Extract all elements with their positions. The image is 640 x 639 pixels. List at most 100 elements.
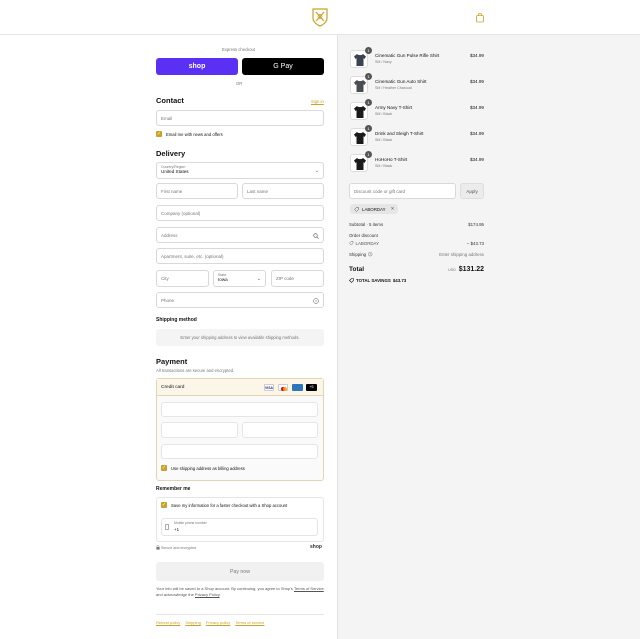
card-cvv-field[interactable] — [242, 422, 318, 438]
terms-of-service-link[interactable]: Terms of service — [235, 620, 264, 625]
google-pay-button[interactable]: G Pay — [242, 58, 324, 75]
legal-middle: and acknowledge the — [156, 592, 195, 598]
legal-suffix: . — [219, 592, 221, 598]
total-currency: USD — [448, 268, 456, 272]
shop-pay-button[interactable]: shop — [156, 58, 238, 75]
product-price: $34.99 — [469, 131, 484, 136]
order-discount-label: Order discount — [349, 233, 378, 238]
chevron-down-icon: ⌄ — [314, 168, 319, 174]
shop-pay-label: shop — [188, 63, 206, 70]
discount-input[interactable]: Discount code or gift card — [349, 183, 456, 199]
product-variant: SM / Navy — [375, 60, 392, 64]
product-variant: SM / Black — [375, 112, 393, 116]
product-price: $34.99 — [469, 105, 484, 110]
tag-icon — [349, 241, 354, 246]
t-shirt-icon — [354, 132, 366, 144]
billing-checkbox[interactable]: ✓ — [161, 465, 167, 471]
t-shirt-icon — [354, 158, 366, 170]
help-icon[interactable]: ? — [368, 252, 373, 257]
footer-links: Refund policy Shipping Privacy policy Te… — [156, 620, 264, 625]
last-name-placeholder: Last name — [247, 188, 269, 194]
total-savings-row: TOTAL SAVINGS $43.73 — [349, 278, 406, 283]
quantity-badge: 1 — [365, 125, 372, 132]
phone-input[interactable]: Phone ? — [156, 292, 324, 308]
lock-icon — [156, 545, 160, 550]
product-variant: SM / Black — [375, 138, 393, 142]
privacy-policy-link[interactable]: Privacy policy — [206, 620, 230, 625]
remove-discount-icon[interactable]: ✕ — [391, 206, 395, 212]
google-pay-label: G Pay — [273, 63, 293, 70]
apartment-input[interactable]: Apartment, suite, etc. (optional) — [156, 248, 324, 264]
phone-placeholder: Phone — [161, 297, 175, 303]
email-input[interactable]: Email — [156, 110, 324, 126]
product-name: HoHoHo T-Shirt — [375, 157, 408, 162]
contact-title: Contact — [156, 96, 184, 105]
card-name-field[interactable] — [161, 444, 318, 459]
header — [0, 0, 640, 35]
help-icon[interactable]: ? — [313, 298, 319, 304]
pay-now-button[interactable]: Pay now — [156, 562, 324, 581]
quantity-badge: 1 — [365, 47, 372, 54]
product-price: $34.99 — [469, 79, 484, 84]
remember-me-title: Remember me — [156, 486, 191, 492]
product-name: Army Navy T-Shirt — [375, 105, 413, 110]
more-cards-badge: +5 — [306, 384, 317, 391]
card-number-field[interactable] — [161, 402, 318, 417]
address-input[interactable]: Address — [156, 227, 324, 243]
refund-policy-link[interactable]: Refund policy — [156, 620, 180, 625]
visa-icon: VISA — [264, 384, 274, 391]
news-label: Email me with news and offers — [166, 132, 223, 137]
order-discount-code: LABORDAY — [349, 241, 379, 246]
legal-prefix: Your info will be saved to a Shop accoun… — [156, 586, 294, 591]
last-name-input[interactable]: Last name — [242, 183, 324, 199]
quantity-badge: 1 — [365, 99, 372, 106]
pay-now-label: Pay now — [230, 568, 250, 575]
card-expiry-field[interactable] — [161, 422, 238, 438]
tag-icon — [354, 206, 359, 212]
mobile-phone-value: +1 — [174, 527, 180, 532]
discount-tag-code: LABORDAY — [362, 206, 386, 212]
svg-text:?: ? — [315, 299, 317, 303]
first-name-input[interactable]: First name — [156, 183, 238, 199]
product-variant: SM / Black — [375, 164, 393, 168]
product-price: $34.99 — [469, 157, 484, 162]
save-info-checkbox[interactable]: ✓ — [161, 502, 167, 508]
total-savings-label: TOTAL SAVINGS — [356, 278, 391, 283]
store-logo-icon[interactable] — [311, 7, 329, 27]
state-select[interactable]: State Iowa ⌄ — [213, 270, 266, 287]
tag-icon — [349, 278, 354, 283]
order-summary-panel — [337, 35, 640, 639]
news-checkbox[interactable]: ✓ — [156, 131, 162, 137]
billing-label: Use shipping address as billing address — [171, 466, 245, 471]
address-placeholder: Address — [161, 232, 178, 238]
shipping-link[interactable]: Shipping — [185, 620, 201, 625]
total-savings-value: $43.73 — [392, 278, 407, 283]
shopping-bag-icon[interactable] — [475, 12, 485, 23]
state-value: Iowa — [218, 277, 228, 282]
terms-link[interactable]: Terms of Service — [294, 586, 324, 591]
apply-label: Apply — [466, 188, 478, 194]
mobile-phone-label: Mobile phone number — [174, 521, 207, 525]
total-value: $131.22 — [458, 266, 484, 273]
search-icon — [313, 233, 319, 239]
zip-input[interactable]: ZIP code — [271, 270, 324, 287]
country-value: United States — [161, 169, 189, 174]
shipping-method-box: Enter your shipping address to view avai… — [156, 329, 324, 346]
apply-button[interactable]: Apply — [460, 183, 484, 199]
express-checkout-title: Express checkout — [222, 47, 256, 52]
payment-title: Payment — [156, 357, 188, 366]
city-input[interactable]: City — [156, 270, 209, 287]
company-input[interactable]: Company (optional) — [156, 205, 324, 221]
discount-tag: LABORDAY ✕ — [350, 204, 399, 214]
shipping-row: Shipping ? — [349, 252, 373, 257]
discount-value: – $43.73 — [466, 241, 484, 246]
t-shirt-icon — [354, 54, 366, 66]
first-name-placeholder: First name — [161, 188, 183, 194]
privacy-link[interactable]: Privacy Policy — [195, 592, 220, 597]
sign-in-link[interactable]: Sign in — [311, 99, 324, 104]
quantity-badge: 1 — [365, 151, 372, 158]
quantity-badge: 1 — [365, 73, 372, 80]
shop-logo: shop — [310, 544, 322, 550]
mobile-phone-icon — [165, 524, 169, 530]
country-select[interactable]: Country/Region United States ⌄ — [156, 162, 324, 179]
